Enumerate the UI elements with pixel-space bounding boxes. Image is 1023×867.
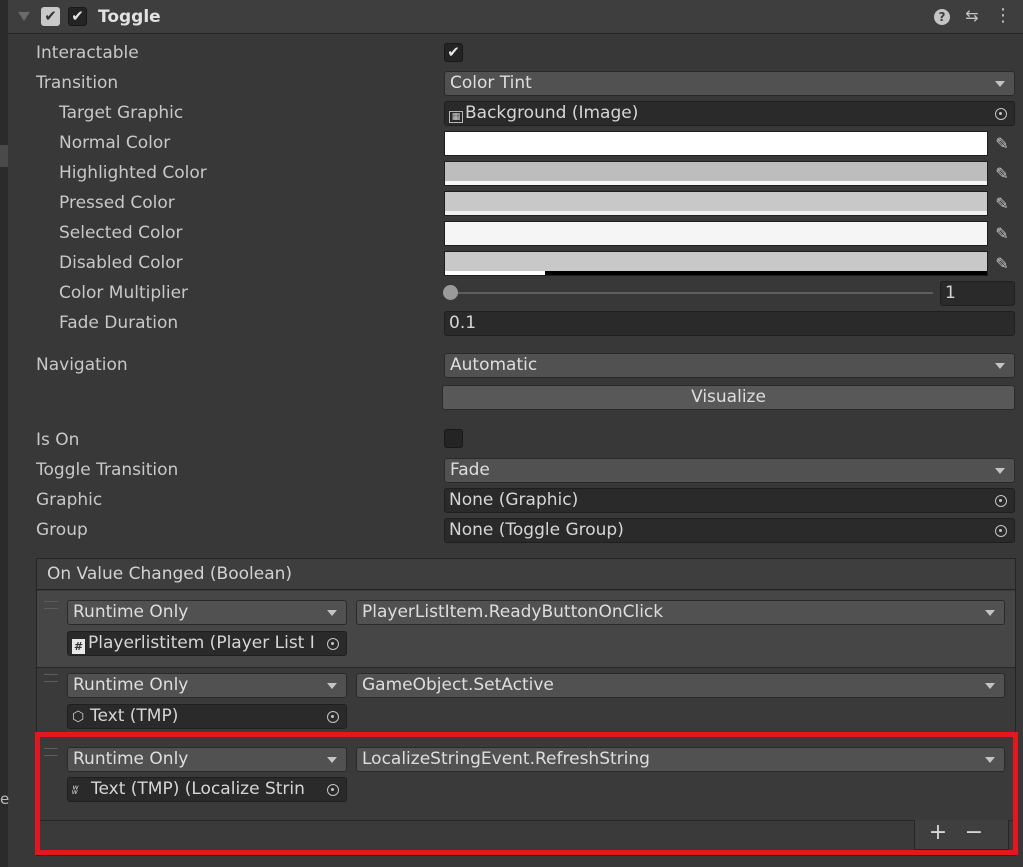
highlighted-color-swatch[interactable] [444, 161, 988, 186]
eyedropper-icon[interactable]: ✎ [990, 221, 1014, 245]
object-picker-icon[interactable] [988, 519, 1014, 542]
component-header: ✔ ✔ Toggle ? ⇆ ⋮ [8, 0, 1023, 34]
color-multiplier-slider-track[interactable] [450, 292, 933, 294]
entry-1-target-field[interactable]: # Playerlistitem (Player List I [67, 631, 347, 656]
target-graphic-label: Target Graphic [59, 103, 184, 123]
help-icon[interactable]: ? [934, 9, 950, 25]
event-entry-separator [37, 667, 1015, 668]
is-on-label: Is On [36, 430, 80, 450]
chevron-down-icon [995, 363, 1005, 369]
target-graphic-value: Background (Image) [465, 103, 639, 123]
pressed-color-swatch[interactable] [444, 191, 988, 216]
eyedropper-icon[interactable]: ✎ [990, 131, 1014, 155]
component-title: Toggle [98, 7, 161, 27]
toggle-transition-dropdown[interactable]: Fade [444, 458, 1015, 483]
object-picker-icon[interactable] [988, 489, 1014, 512]
transition-value: Color Tint [450, 73, 532, 93]
graphic-field[interactable]: None (Graphic) [444, 488, 1015, 513]
highlighted-color-label: Highlighted Color [59, 163, 207, 183]
entry-1-function: PlayerListItem.ReadyButtonOnClick [362, 602, 664, 622]
entry-2-target-field[interactable]: ⬡ Text (TMP) [67, 704, 347, 729]
navigation-value: Automatic [450, 355, 538, 375]
kebab-menu-icon[interactable]: ⋮ [994, 7, 1012, 25]
eyedropper-icon[interactable]: ✎ [990, 161, 1014, 185]
chevron-down-icon [995, 81, 1005, 87]
left-window-letter: e [0, 790, 10, 808]
selected-color-swatch[interactable] [444, 221, 988, 246]
object-picker-icon[interactable] [988, 102, 1014, 125]
gameobject-icon: ⬡ [72, 709, 85, 725]
disabled-color-label: Disabled Color [59, 253, 183, 273]
chevron-down-icon [327, 683, 337, 689]
entry-1-mode-dropdown[interactable]: Runtime Only [67, 600, 347, 625]
transition-label: Transition [36, 73, 119, 93]
entry-1-target: Playerlistitem (Player List I [88, 633, 315, 653]
component-enabled-checkbox[interactable]: ✔ [68, 7, 87, 26]
toggle-transition-value: Fade [450, 460, 490, 480]
interactable-checkbox[interactable]: ✔ [444, 43, 463, 62]
color-multiplier-slider-handle[interactable] [443, 285, 458, 300]
event-header-label: On Value Changed (Boolean) [47, 564, 293, 584]
entry-2-mode-dropdown[interactable]: Runtime Only [67, 673, 347, 698]
component-type-icon: ✔ [41, 7, 60, 26]
group-value: None (Toggle Group) [449, 520, 624, 540]
eyedropper-icon[interactable]: ✎ [990, 251, 1014, 275]
chevron-down-icon [985, 610, 995, 616]
color-multiplier-label: Color Multiplier [59, 283, 189, 303]
drag-handle-icon[interactable] [44, 674, 58, 682]
normal-color-swatch[interactable] [444, 131, 988, 156]
script-icon: # [72, 639, 85, 654]
chevron-down-icon [985, 683, 995, 689]
navigation-label: Navigation [36, 355, 128, 375]
pressed-color-label: Pressed Color [59, 193, 175, 213]
left-window-tab [0, 145, 8, 167]
fade-duration-input[interactable]: 0.1 [444, 311, 1015, 336]
transition-dropdown[interactable]: Color Tint [444, 71, 1015, 96]
foldout-arrow-icon[interactable] [18, 12, 30, 21]
graphic-value: None (Graphic) [449, 490, 579, 510]
drag-handle-icon[interactable] [44, 601, 58, 609]
object-picker-icon[interactable] [320, 705, 346, 728]
event-header: On Value Changed (Boolean) [37, 559, 1015, 590]
navigation-dropdown[interactable]: Automatic [444, 353, 1015, 378]
entry-2-function: GameObject.SetActive [362, 675, 554, 695]
entry-1-function-dropdown[interactable]: PlayerListItem.ReadyButtonOnClick [356, 600, 1005, 625]
fade-duration-label: Fade Duration [59, 313, 179, 333]
is-on-checkbox[interactable] [444, 429, 463, 448]
entry-2-function-dropdown[interactable]: GameObject.SetActive [356, 673, 1005, 698]
entry-1-mode: Runtime Only [73, 602, 189, 622]
target-graphic-field[interactable]: ▦ Background (Image) [444, 101, 1015, 126]
image-icon: ▦ [449, 111, 463, 123]
color-multiplier-input[interactable]: 1 [940, 281, 1015, 306]
interactable-label: Interactable [36, 43, 139, 63]
group-label: Group [36, 520, 88, 540]
entry-2-mode: Runtime Only [73, 675, 189, 695]
presets-icon[interactable]: ⇆ [963, 7, 981, 25]
chevron-down-icon [995, 468, 1005, 474]
toggle-transition-label: Toggle Transition [36, 460, 179, 480]
selected-color-label: Selected Color [59, 223, 183, 243]
chevron-down-icon [327, 610, 337, 616]
normal-color-label: Normal Color [59, 133, 171, 153]
entry-2-target: Text (TMP) [90, 706, 179, 726]
object-picker-icon[interactable] [320, 632, 346, 655]
left-window-edge [0, 0, 8, 867]
graphic-label: Graphic [36, 490, 103, 510]
group-field[interactable]: None (Toggle Group) [444, 518, 1015, 543]
visualize-button[interactable]: Visualize [442, 385, 1015, 410]
highlight-box [35, 732, 1018, 855]
eyedropper-icon[interactable]: ✎ [990, 191, 1014, 215]
disabled-color-swatch[interactable] [444, 251, 988, 276]
